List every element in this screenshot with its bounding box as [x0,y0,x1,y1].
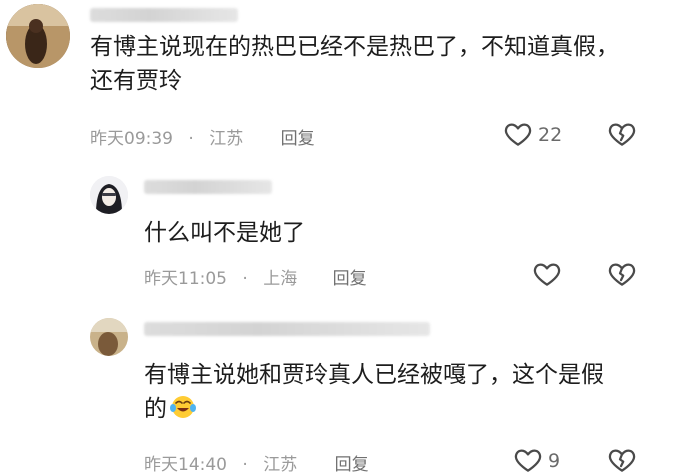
location: 江苏 [263,455,298,475]
reply-button[interactable]: 回复 [333,264,367,289]
avatar-image [90,176,128,214]
comment-line: 有博主说现在的热巴已经不是热巴了，不知道真假， [90,34,619,60]
comment-thread: 有博主说现在的热巴已经不是热巴了，不知道真假， 还有贾玲 昨天09:39 · 江… [0,0,682,476]
broken-heart-icon[interactable] [607,259,637,289]
comment-text: 什么叫不是她了 [144,216,644,250]
like-count: 22 [538,124,563,146]
timestamp: 昨天14:40 [144,455,227,475]
heart-outline-icon[interactable] [513,445,543,475]
comment-line: 还有贾玲 [90,68,182,94]
comment-line: 的 [144,392,664,426]
crying-laughing-emoji-icon [170,396,196,418]
username-blurred[interactable] [144,322,430,336]
comment-line: 有博主说她和贾玲真人已经被嘎了，这个是假 [144,362,604,388]
username-blurred[interactable] [144,180,272,194]
comment-meta: 昨天11:05 · 上海 回复 [144,264,367,289]
separator: · [188,129,194,149]
broken-heart-icon[interactable] [607,445,637,475]
broken-heart-icon[interactable] [607,119,637,149]
username-blurred[interactable] [90,8,238,22]
comment-line: 什么叫不是她了 [144,220,305,246]
comment-meta: 昨天14:40 · 江苏 回复 [144,450,369,475]
avatar[interactable] [6,4,70,68]
heart-outline-icon[interactable] [532,259,562,289]
reply-button[interactable]: 回复 [335,450,369,475]
comment-text: 有博主说现在的热巴已经不是热巴了，不知道真假， 还有贾玲 [90,30,670,98]
avatar-image [90,318,128,356]
heart-outline-icon[interactable] [503,119,533,149]
separator: · [242,269,248,289]
separator: · [242,455,248,475]
timestamp: 昨天11:05 [144,269,227,289]
location: 江苏 [209,129,244,149]
avatar[interactable] [90,318,128,356]
location: 上海 [263,269,298,289]
comment-line-text: 的 [144,396,167,422]
avatar-image [6,4,70,68]
avatar[interactable] [90,176,128,214]
timestamp: 昨天09:39 [90,129,173,149]
comment-text: 有博主说她和贾玲真人已经被嘎了，这个是假 的 [144,358,664,426]
reply-button[interactable]: 回复 [281,124,315,149]
comment-meta: 昨天09:39 · 江苏 回复 [90,124,315,149]
like-count: 9 [548,450,561,472]
